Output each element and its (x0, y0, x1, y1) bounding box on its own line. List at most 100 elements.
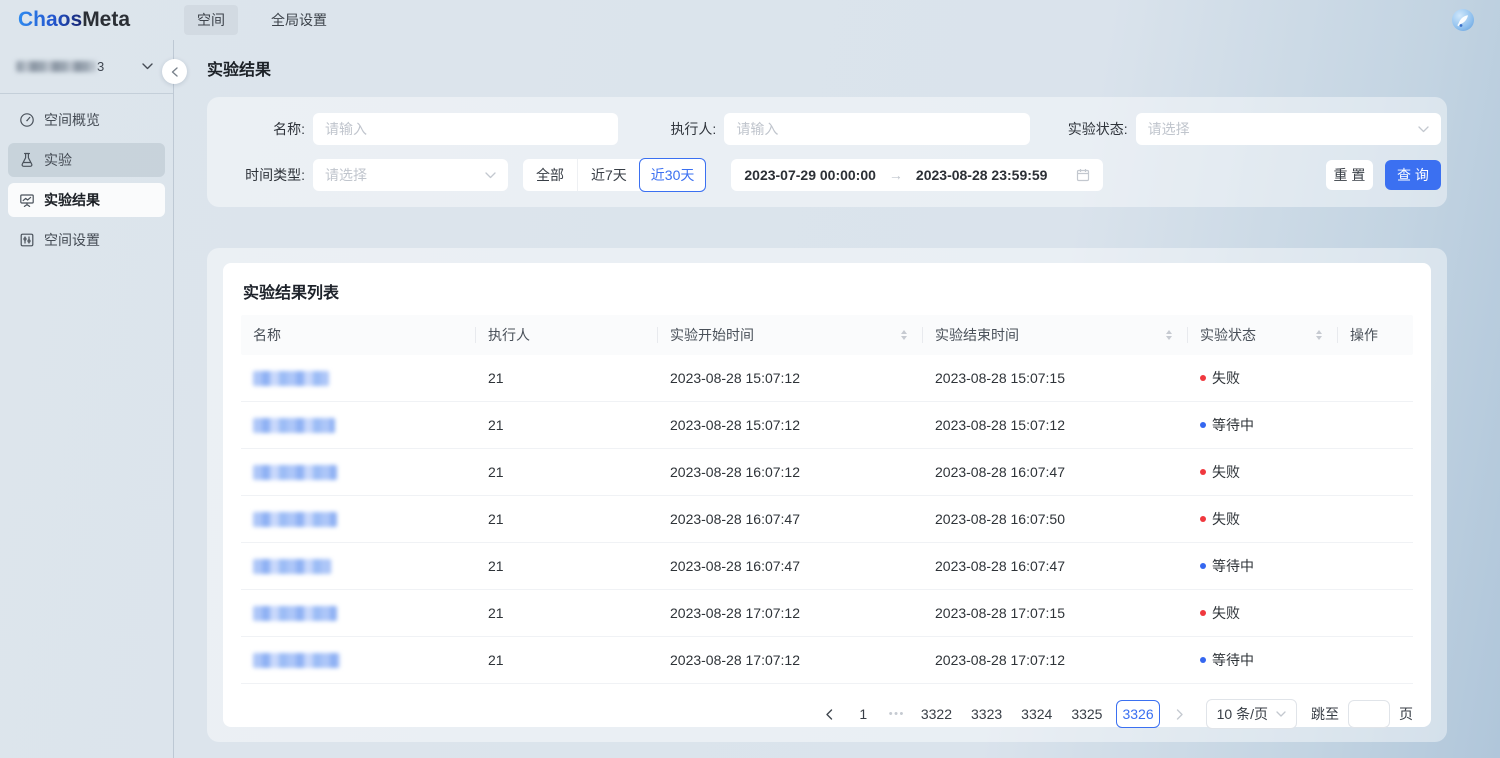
cell-executor: 21 (476, 605, 658, 621)
query-button[interactable]: 查 询 (1385, 160, 1441, 190)
time-type-placeholder: 请选择 (325, 165, 367, 185)
table-row: 21 2023-08-28 15:07:12 2023-08-28 15:07:… (241, 402, 1413, 449)
cell-name (241, 371, 476, 386)
executor-filter-label: 执行人: (618, 119, 724, 139)
table-row: 21 2023-08-28 16:07:47 2023-08-28 16:07:… (241, 543, 1413, 590)
page-button-3325[interactable]: 3325 (1066, 700, 1107, 728)
experiment-name-link-redacted[interactable] (253, 653, 340, 668)
column-header-1: 执行人 (476, 315, 658, 355)
sidebar-item-label: 实验结果 (44, 190, 100, 210)
quick-range-all[interactable]: 全部 (523, 159, 577, 191)
sort-icon[interactable] (1316, 330, 1322, 340)
nav-tab-global-settings[interactable]: 全局设置 (258, 5, 340, 35)
results-card-inner: 实验结果列表 名称执行人实验开始时间实验结束时间实验状态操作 21 2023-0… (223, 263, 1431, 727)
chevron-left-icon (825, 709, 833, 720)
page-button-3326[interactable]: 3326 (1116, 700, 1159, 728)
calendar-icon (1076, 168, 1090, 182)
cell-start-time: 2023-08-28 17:07:12 (658, 605, 923, 621)
cell-name (241, 512, 476, 527)
cell-executor: 21 (476, 652, 658, 668)
chevron-down-icon (1276, 711, 1286, 717)
gauge-icon (19, 112, 35, 128)
cell-name (241, 606, 476, 621)
table-title: 实验结果列表 (241, 271, 1413, 315)
user-avatar[interactable] (1452, 9, 1474, 31)
page-button-3322[interactable]: 3322 (916, 700, 957, 728)
top-navbar: ChaosMeta 空间 全局设置 (0, 0, 1500, 40)
cell-status: 失败 (1188, 462, 1338, 482)
status-label: 等待中 (1212, 415, 1254, 435)
logo-text-meta: Meta (82, 8, 130, 31)
page-button-3324[interactable]: 3324 (1016, 700, 1057, 728)
cell-start-time: 2023-08-28 15:07:12 (658, 370, 923, 386)
next-page-button[interactable] (1169, 700, 1191, 728)
sidebar-item-experiment-results[interactable]: 实验结果 (8, 183, 165, 217)
name-filter-input[interactable] (313, 113, 618, 145)
nav-tab-space[interactable]: 空间 (184, 5, 238, 35)
sidebar-item-experiments[interactable]: 实验 (8, 143, 165, 177)
quick-range-30d[interactable]: 近30天 (639, 158, 707, 192)
page-button-1[interactable]: 1 (849, 700, 878, 728)
cell-end-time: 2023-08-28 15:07:12 (923, 417, 1188, 433)
prev-page-button[interactable] (818, 700, 840, 728)
sort-icon[interactable] (901, 330, 907, 340)
experiment-name-link-redacted[interactable] (253, 559, 331, 574)
quick-range-group: 全部 近7天 近30天 (523, 159, 705, 191)
status-dot (1200, 610, 1206, 616)
quick-range-7d[interactable]: 近7天 (577, 159, 640, 191)
page-size-select[interactable]: 10 条/页 (1206, 699, 1297, 729)
page-size-value: 10 条/页 (1217, 704, 1268, 724)
chevron-left-icon (171, 67, 178, 77)
column-header-2[interactable]: 实验开始时间 (658, 315, 923, 355)
cell-start-time: 2023-08-28 15:07:12 (658, 417, 923, 433)
pagination-pages: 3322 3323 3324 3325 3326 (916, 700, 1160, 728)
chevron-down-icon (142, 63, 153, 70)
sort-icon[interactable] (1166, 330, 1172, 340)
column-header-3[interactable]: 实验结束时间 (923, 315, 1188, 355)
cell-status: 等待中 (1188, 556, 1338, 576)
table-header-row: 名称执行人实验开始时间实验结束时间实验状态操作 (241, 315, 1413, 355)
sidebar-item-space-settings[interactable]: 空间设置 (8, 223, 165, 257)
column-header-4[interactable]: 实验状态 (1188, 315, 1338, 355)
jump-to-page-input[interactable] (1348, 700, 1390, 728)
cell-status: 失败 (1188, 368, 1338, 388)
reset-button[interactable]: 重 置 (1326, 160, 1373, 190)
nav-tabs: 空间 全局设置 (184, 5, 340, 35)
jump-to-label: 跳至 (1311, 704, 1339, 724)
logo-text-chaos: Chaos (18, 8, 82, 31)
chevron-down-icon (485, 172, 496, 179)
cell-executor: 21 (476, 464, 658, 480)
cell-name (241, 465, 476, 480)
page-button-3323[interactable]: 3323 (966, 700, 1007, 728)
cell-name (241, 418, 476, 433)
sidebar-item-label: 空间概览 (44, 110, 100, 130)
flask-icon (19, 152, 35, 168)
name-filter-label: 名称: (207, 119, 313, 139)
status-dot (1200, 563, 1206, 569)
date-range-start[interactable]: 2023-07-29 00:00:00 (744, 167, 876, 183)
executor-filter-input[interactable] (724, 113, 1029, 145)
status-label: 等待中 (1212, 650, 1254, 670)
date-range-picker[interactable]: 2023-07-29 00:00:00 → 2023-08-28 23:59:5… (731, 159, 1103, 191)
sidebar: 3 空间概览 实验 实验结果 (0, 40, 174, 758)
experiment-name-link-redacted[interactable] (253, 512, 337, 527)
sidebar-item-label: 实验 (44, 150, 72, 170)
pagination-ellipsis[interactable]: ••• (889, 708, 905, 720)
status-filter-select[interactable]: 请选择 (1136, 113, 1441, 145)
time-type-select[interactable]: 请选择 (313, 159, 508, 191)
workspace-selector[interactable]: 3 (0, 40, 173, 94)
table-row: 21 2023-08-28 16:07:47 2023-08-28 16:07:… (241, 496, 1413, 543)
experiment-name-link-redacted[interactable] (253, 418, 335, 433)
cell-end-time: 2023-08-28 16:07:47 (923, 464, 1188, 480)
status-label: 失败 (1212, 462, 1240, 482)
experiment-name-link-redacted[interactable] (253, 606, 337, 621)
cell-status: 等待中 (1188, 650, 1338, 670)
collapse-sidebar-button[interactable] (162, 59, 187, 84)
pagination: 1 ••• 33223323332433253326 10 条/页 跳至 页 (241, 698, 1413, 730)
experiment-name-link-redacted[interactable] (253, 371, 329, 386)
experiment-name-link-redacted[interactable] (253, 465, 337, 480)
date-range-end[interactable]: 2023-08-28 23:59:59 (916, 167, 1048, 183)
column-label: 操作 (1350, 325, 1378, 345)
chevron-down-icon (1418, 126, 1429, 133)
sidebar-item-space-overview[interactable]: 空间概览 (8, 103, 165, 137)
